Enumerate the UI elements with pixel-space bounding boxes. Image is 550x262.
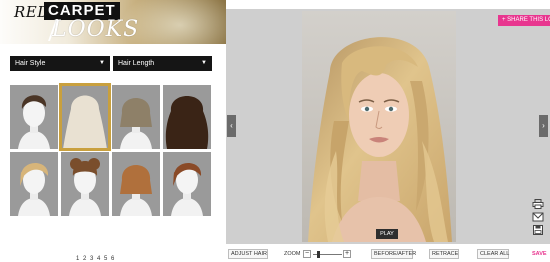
previous-arrow-button[interactable]: ‹ bbox=[227, 115, 236, 137]
logo-looks-text: LOOKS bbox=[52, 17, 140, 42]
before-after-button[interactable]: BEFORE/AFTER bbox=[371, 249, 416, 259]
zoom-slider-handle[interactable] bbox=[317, 251, 320, 258]
hairstyle-thumbnail[interactable] bbox=[61, 152, 109, 216]
adjust-hair-button[interactable]: ADJUST HAIR bbox=[228, 249, 268, 259]
mannequin-hair-preview-image bbox=[10, 85, 58, 149]
chevron-down-icon: ▼ bbox=[99, 60, 105, 66]
hair-style-dropdown[interactable]: Hair Style ▼ bbox=[10, 56, 110, 71]
hair-style-dropdown-label: Hair Style bbox=[15, 60, 46, 67]
red-carpet-looks-banner: RED CARPET LOOKS bbox=[0, 0, 226, 44]
chevron-down-icon: ▼ bbox=[201, 60, 207, 66]
preview-stage bbox=[226, 9, 550, 244]
side-action-icons bbox=[530, 197, 548, 239]
retrace-button[interactable]: RETRACE bbox=[429, 249, 459, 259]
bottom-toolbar: ADJUST HAIR ZOOM − + BEFORE/AFTER RETRAC… bbox=[226, 247, 550, 262]
hair-length-dropdown-label: Hair Length bbox=[118, 60, 155, 67]
model-portrait-image bbox=[302, 11, 456, 242]
save-button[interactable]: SAVE bbox=[532, 251, 547, 257]
hairstyle-thumbnail[interactable] bbox=[112, 152, 160, 216]
pagination[interactable]: 1 2 3 4 5 6 bbox=[76, 256, 115, 262]
hairstyle-thumbnail[interactable] bbox=[59, 83, 111, 151]
save-disk-icon[interactable] bbox=[532, 225, 544, 235]
zoom-out-button[interactable]: − bbox=[303, 250, 311, 258]
next-arrow-button[interactable]: › bbox=[539, 115, 548, 137]
print-icon[interactable] bbox=[532, 199, 544, 209]
hairstyle-thumbnail[interactable] bbox=[10, 85, 58, 149]
email-icon[interactable] bbox=[532, 212, 544, 222]
hairstyle-thumbnail[interactable] bbox=[163, 85, 211, 149]
zoom-label: ZOOM bbox=[284, 251, 301, 257]
mannequin-hair-preview-image bbox=[61, 152, 109, 216]
hairstyle-picker-panel: RED CARPET LOOKS Hair Style ▼ Hair Lengt… bbox=[0, 0, 226, 262]
hairstyle-thumbnail[interactable] bbox=[112, 85, 160, 149]
model-photo-with-hairstyle[interactable] bbox=[302, 11, 456, 242]
hair-length-dropdown[interactable]: Hair Length ▼ bbox=[113, 56, 212, 71]
app: RED CARPET LOOKS Hair Style ▼ Hair Lengt… bbox=[0, 0, 550, 262]
play-button[interactable]: PLAY bbox=[376, 229, 398, 239]
hairstyle-thumbnail[interactable] bbox=[10, 152, 58, 216]
clear-all-button[interactable]: CLEAR ALL bbox=[477, 249, 509, 259]
share-this-look-button[interactable]: + SHARE THIS LOOK bbox=[498, 15, 550, 26]
hairstyle-thumbnail[interactable] bbox=[163, 152, 211, 216]
mannequin-hair-preview-image bbox=[163, 85, 211, 149]
mannequin-hair-preview-image bbox=[112, 152, 160, 216]
mannequin-hair-preview-image bbox=[10, 152, 58, 216]
mannequin-hair-preview-image bbox=[163, 152, 211, 216]
mannequin-hair-preview-image bbox=[112, 85, 160, 149]
zoom-in-button[interactable]: + bbox=[343, 250, 351, 258]
mannequin-hair-preview-image bbox=[61, 85, 109, 149]
